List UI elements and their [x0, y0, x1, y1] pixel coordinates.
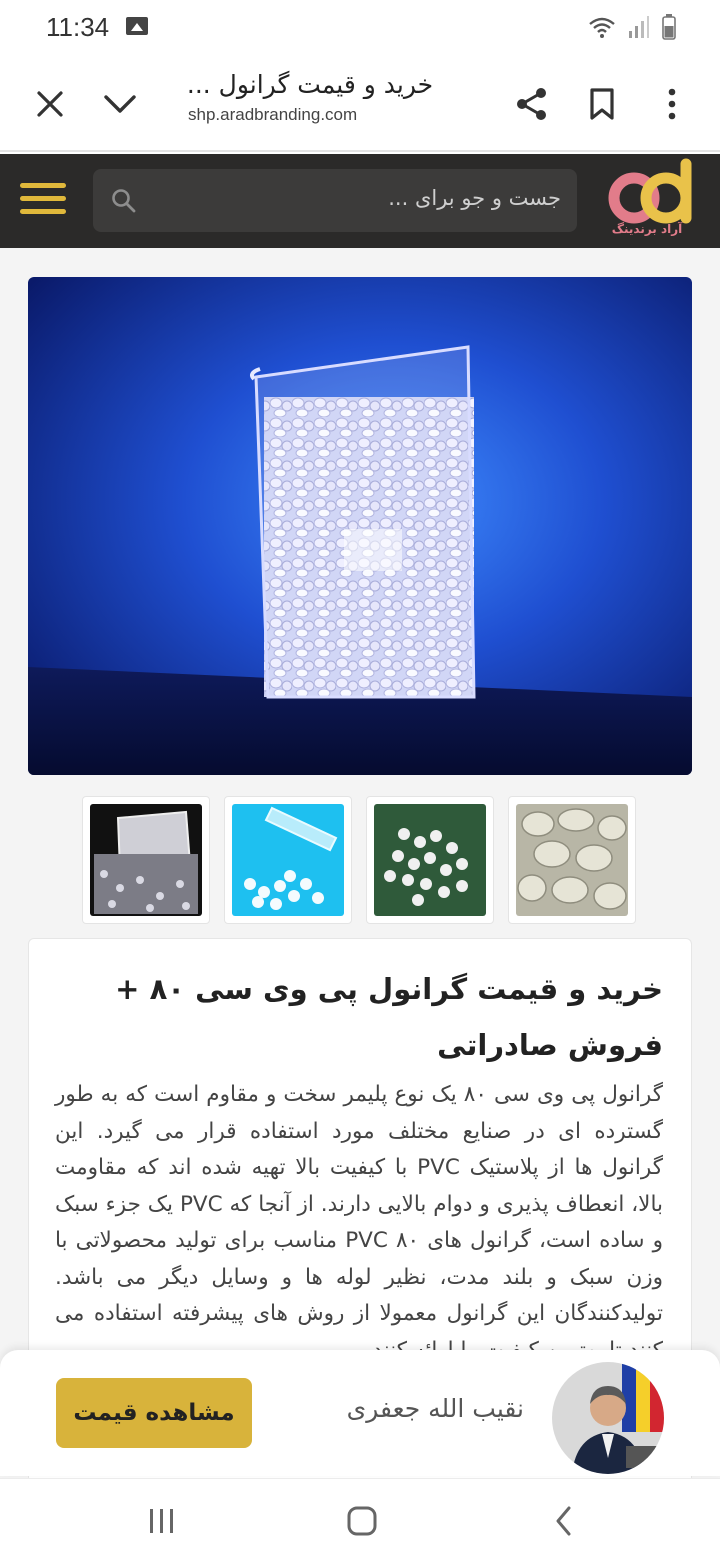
- seller-name: نقیب الله جعفری: [346, 1394, 524, 1423]
- thumbnail-granules-test-tube[interactable]: [224, 796, 352, 924]
- chevron-down-icon: [104, 95, 136, 113]
- home-button[interactable]: [342, 1501, 382, 1541]
- browser-toolbar: خرید و قیمت گرانول ... shp.aradbranding.…: [0, 56, 720, 152]
- more-vert-icon: [668, 88, 676, 120]
- thumbnail-white-granules[interactable]: [366, 796, 494, 924]
- product-title: خرید و قیمت گرانول پی وی سی ۸۰ + فروش صا…: [115, 972, 663, 1062]
- page-title-box[interactable]: خرید و قیمت گرانول ... shp.aradbranding.…: [170, 70, 450, 125]
- back-icon: [556, 1506, 571, 1536]
- share-icon: [517, 88, 546, 120]
- back-button[interactable]: [544, 1501, 584, 1541]
- bookmark-button[interactable]: [578, 80, 626, 128]
- signal-icon: [629, 16, 649, 38]
- thumbnail-large-pellets[interactable]: [508, 796, 636, 924]
- view-price-button[interactable]: مشاهده قیمت: [56, 1378, 252, 1448]
- image-icon: [126, 17, 148, 35]
- beaker-granules-photo: [28, 277, 692, 775]
- hamburger-icon: [20, 183, 66, 188]
- recent-apps-button[interactable]: [142, 1501, 182, 1541]
- home-icon: [347, 1506, 377, 1536]
- close-tab-button[interactable]: [26, 80, 74, 128]
- product-description: گرانول پی وی سی ۸۰ یک نوع پلیمر سخت و مق…: [55, 1082, 664, 1363]
- menu-button[interactable]: [20, 183, 66, 219]
- thumbnail-clear-granules-box[interactable]: [82, 796, 210, 924]
- status-bar: 11:34: [0, 0, 720, 56]
- battery-icon: [662, 14, 676, 40]
- search-icon: [112, 189, 136, 213]
- product-main-image[interactable]: [28, 277, 692, 775]
- site-header: جست و جو برای ... آراد برندینگ: [0, 154, 720, 248]
- wifi-icon: [589, 17, 615, 38]
- search-input[interactable]: جست و جو برای ...: [93, 169, 577, 232]
- minimize-button[interactable]: [96, 80, 144, 128]
- thumbnail-strip: [82, 796, 638, 924]
- status-time: 11:34: [46, 12, 110, 42]
- bookmark-icon: [590, 88, 614, 120]
- seller-bar: نقیب الله جعفری مشاهده قیمت: [0, 1350, 720, 1476]
- brand-name: آراد برندینگ: [611, 222, 683, 236]
- status-icons: [588, 14, 676, 40]
- page-title: خرید و قیمت گرانول ...: [186, 70, 434, 99]
- page-url: shp.aradbranding.com: [188, 105, 358, 124]
- share-button[interactable]: [508, 80, 556, 128]
- close-icon: [37, 91, 63, 117]
- system-nav-bar: [0, 1478, 720, 1560]
- recent-apps-icon: [150, 1509, 173, 1533]
- search-placeholder: جست و جو برای ...: [388, 186, 561, 210]
- avatar[interactable]: [552, 1362, 664, 1474]
- more-options-button[interactable]: [648, 80, 696, 128]
